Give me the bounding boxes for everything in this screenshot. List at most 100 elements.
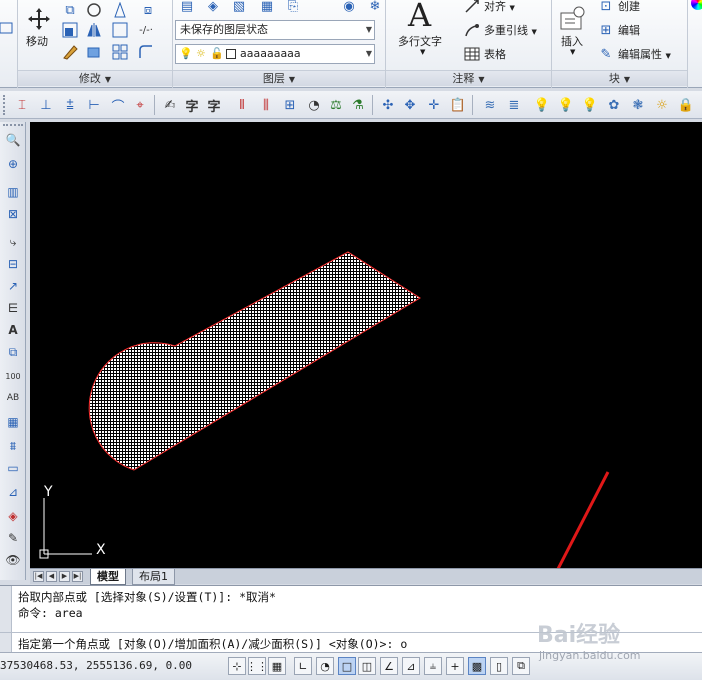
table-label[interactable]: 表格 <box>484 46 506 62</box>
layer-state-combo[interactable]: 未保存的图层状态 ▼ <box>175 20 375 40</box>
array-icon[interactable] <box>110 42 130 62</box>
ortho-mode-icon[interactable]: ∟ <box>294 657 312 675</box>
center-mark-icon[interactable]: ⌖ <box>130 95 150 115</box>
3d-object-snap-icon[interactable]: ◫ <box>358 657 376 675</box>
dim-style-icon[interactable]: ⊟ <box>3 254 23 274</box>
layer-on-bulb-icon[interactable]: 💡 <box>532 95 552 115</box>
quick-properties-icon[interactable]: ▯ <box>490 657 508 675</box>
arc-length-icon[interactable]: ⩲ <box>60 95 80 115</box>
layer-yellow-bulb-icon[interactable]: 💡 <box>580 95 600 115</box>
layer-walk-icon[interactable]: ◉ <box>339 0 359 16</box>
first-tab-button[interactable]: |◀ <box>33 571 44 582</box>
annotation-panel-title[interactable]: 注释 ▼ <box>386 70 551 86</box>
command-input[interactable]: 指定第一个角点或 [对象(O)/增加面积(A)/减少面积(S)] <对象(O)>… <box>0 632 702 653</box>
transparency-icon[interactable]: ▩ <box>468 657 486 675</box>
infer-constraints-icon[interactable]: ⊹ <box>228 657 246 675</box>
edit-side-icon[interactable]: ✎ <box>3 528 23 548</box>
text-edit-icon[interactable]: ⧉ <box>3 342 23 362</box>
dim-text-angle-icon[interactable]: 字 <box>204 95 224 115</box>
edit-attributes-icon[interactable]: ✎ <box>596 44 616 64</box>
drawing-canvas[interactable]: Y X <box>30 122 702 570</box>
current-layer-combo[interactable]: 💡 ☼ 🔓 aaaaaaaaa ▼ <box>175 44 375 64</box>
layer-lock-sun-icon[interactable]: ☼ <box>652 95 672 115</box>
layer-match-icon[interactable]: ▧ <box>229 0 249 16</box>
dynamic-input-icon[interactable]: ⫨ <box>424 657 442 675</box>
insert-block-icon[interactable] <box>558 4 588 32</box>
mleader-label[interactable]: 多重引线 ▼ <box>484 22 537 38</box>
layers-panel-title[interactable]: 图层 ▼ <box>173 70 385 86</box>
show-lineweight-icon[interactable]: + <box>446 657 464 675</box>
zoom-realtime-icon[interactable]: 🔍 <box>3 130 23 150</box>
linear-dim-icon[interactable]: ⌶ <box>12 95 32 115</box>
scale-text-icon[interactable]: 100 <box>3 366 23 386</box>
insert-dropdown[interactable]: ▼ <box>570 48 575 56</box>
edit-label[interactable]: 编辑 <box>618 22 640 38</box>
coordinate-readout[interactable]: 37530468.53, 2555136.69, 0.00 <box>0 659 192 672</box>
table-side-icon[interactable]: ▦ <box>3 412 23 432</box>
polar-tracking-icon[interactable]: ◔ <box>316 657 334 675</box>
orbit-icon[interactable]: ✣ <box>378 95 398 115</box>
dim-break-icon[interactable]: ◔ <box>304 95 324 115</box>
next-tab-button[interactable]: ▶ <box>59 571 70 582</box>
dim-space-icon[interactable]: ⊞ <box>280 95 300 115</box>
leader-icon[interactable]: ↗ <box>3 276 23 296</box>
move-view-icon[interactable]: ✛ <box>424 95 444 115</box>
move-icon[interactable] <box>26 6 52 32</box>
layer-stack-icon[interactable]: ≋ <box>480 95 500 115</box>
edit-attributes-label[interactable]: 编辑属性 ▼ <box>618 46 671 62</box>
dynamic-ucs-icon[interactable]: ⊿ <box>402 657 420 675</box>
dim-baseline-icon[interactable]: ⫴ <box>232 95 252 115</box>
layer-iso-icon[interactable]: ▦ <box>257 0 277 16</box>
break-icon[interactable]: -/-· <box>136 20 156 40</box>
object-snap-tracking-icon[interactable]: ∠ <box>380 657 398 675</box>
hatched-region[interactable] <box>88 251 421 471</box>
measure-side-icon[interactable]: ⊿ <box>3 482 23 502</box>
layer-thaw-icon[interactable]: ✿ <box>604 95 624 115</box>
aligned-dim-icon[interactable]: ⊥ <box>36 95 56 115</box>
eraser-side-icon[interactable]: ◈ <box>3 506 23 526</box>
tab-layout1[interactable]: 布局1 <box>132 569 175 585</box>
radius-dim-icon[interactable]: ⌒ <box>108 95 128 115</box>
layer-freeze-icon[interactable]: ❄ <box>365 0 385 16</box>
create-block-icon[interactable]: ⊡ <box>596 0 616 16</box>
ordinate-dim-icon[interactable]: ⊢ <box>84 95 104 115</box>
tolerance-side-icon[interactable]: ⋿ <box>3 298 23 318</box>
layer-state-icon[interactable]: ◈ <box>203 0 223 16</box>
quick-dim-icon[interactable]: ✍ <box>160 95 180 115</box>
table-icon[interactable] <box>462 44 482 64</box>
erase-icon[interactable] <box>60 42 80 62</box>
tab-model[interactable]: 模型 <box>90 569 126 585</box>
edit-block-icon[interactable]: ⊞ <box>596 20 616 40</box>
fillet-icon[interactable] <box>110 20 130 40</box>
grid-display-icon[interactable]: ▦ <box>268 657 286 675</box>
justify-text-icon[interactable]: AB <box>3 388 23 408</box>
align-icon[interactable] <box>462 0 482 16</box>
create-label[interactable]: 创建 <box>618 0 640 14</box>
dim-text-edit-icon[interactable]: 字 <box>182 95 202 115</box>
rectangle-icon[interactable] <box>0 18 16 38</box>
tolerance-icon[interactable]: ⚖ <box>326 95 346 115</box>
dim-continue-icon[interactable]: ⫼ <box>256 95 276 115</box>
layer-freeze-all-icon[interactable]: ❃ <box>628 95 648 115</box>
layer-properties-icon[interactable]: ▤ <box>177 0 197 16</box>
insert-label[interactable]: 插入 <box>561 33 583 49</box>
scale-icon[interactable] <box>84 42 104 62</box>
toolbar-grip[interactable] <box>3 95 7 115</box>
block-panel-title[interactable]: 块 ▼ <box>552 70 687 86</box>
stretch-icon[interactable] <box>60 20 80 40</box>
layer-side-icon[interactable]: ▭ <box>3 458 23 478</box>
move-label[interactable]: 移动 <box>26 33 48 49</box>
eye-side-icon[interactable]: 👁 <box>3 550 23 570</box>
layer-states-icon[interactable]: ≣ <box>504 95 524 115</box>
pan-icon[interactable]: ✥ <box>400 95 420 115</box>
text-style-icon[interactable]: A <box>3 320 23 340</box>
polyline-icon[interactable]: ⤷ <box>3 232 23 252</box>
mtext-label[interactable]: 多行文字 <box>398 33 442 49</box>
mirror-icon[interactable] <box>84 20 104 40</box>
modify-panel-title[interactable]: 修改 ▼ <box>18 70 172 86</box>
layer-off-bulb-icon[interactable]: 💡 <box>556 95 576 115</box>
viewports-icon[interactable]: ⊠ <box>3 204 23 224</box>
mtext-dropdown[interactable]: ▼ <box>420 48 425 56</box>
copy-icon[interactable]: ⧉ <box>60 0 80 20</box>
toolbar-grip[interactable] <box>3 124 23 128</box>
